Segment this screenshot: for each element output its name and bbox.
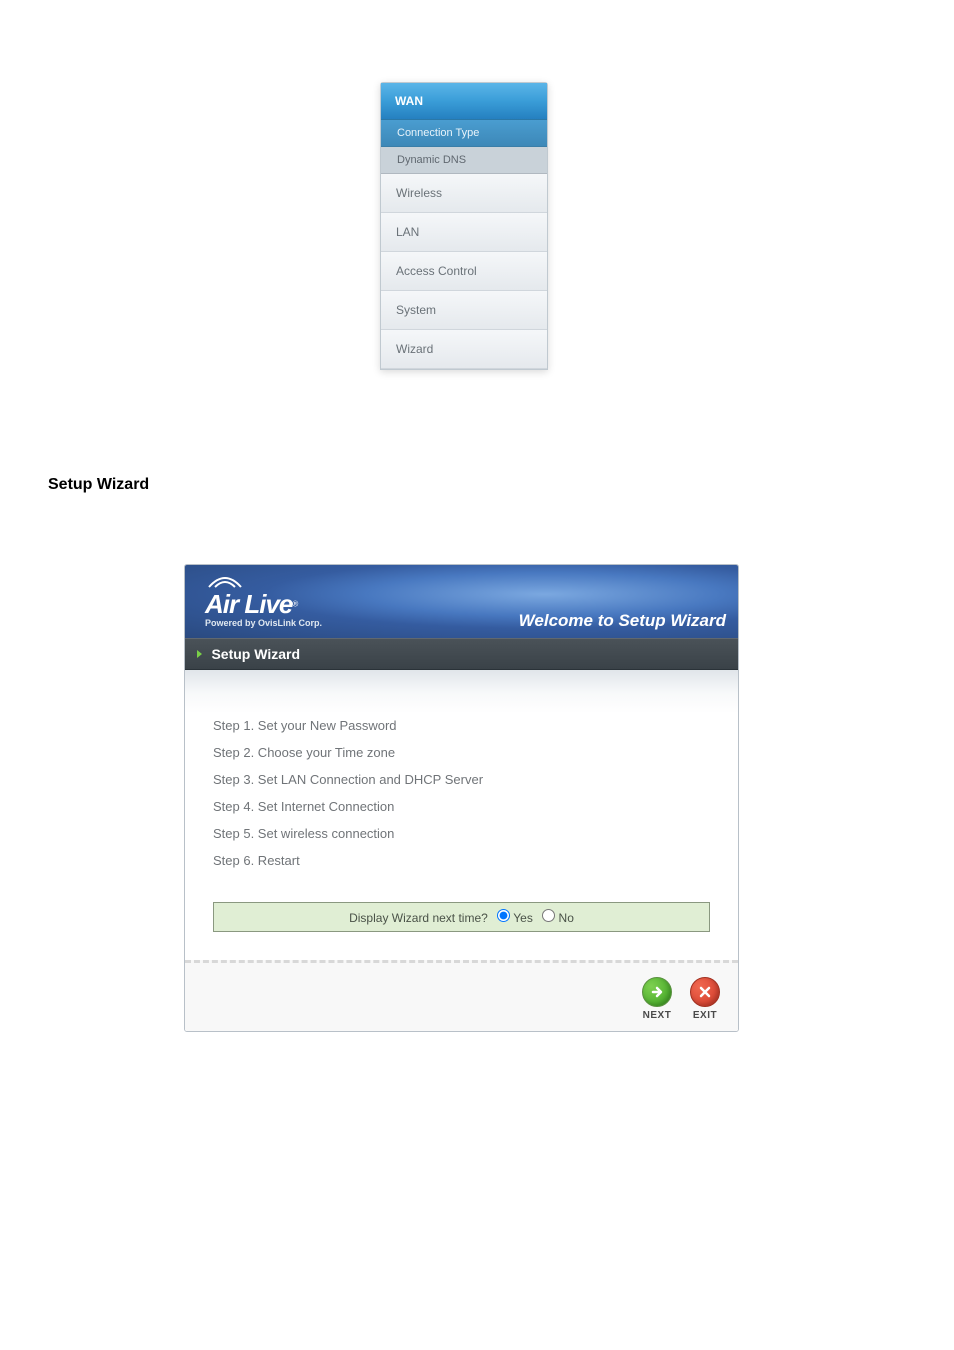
arrow-right-icon (642, 977, 672, 1007)
close-icon (690, 977, 720, 1007)
wizard-step-1: Step 1. Set your New Password (213, 718, 710, 733)
wizard-step-5: Step 5. Set wireless connection (213, 826, 710, 841)
nav-wireless[interactable]: Wireless (381, 174, 547, 213)
triangle-right-icon (197, 650, 202, 658)
nav-lan[interactable]: LAN (381, 213, 547, 252)
wizard-footer: NEXT EXIT (185, 960, 738, 1031)
welcome-title: Welcome to Setup Wizard (519, 611, 726, 631)
nav-connection-type[interactable]: Connection Type (381, 120, 547, 147)
nav-menu: WAN Connection Type Dynamic DNS Wireless… (380, 82, 548, 370)
logo-tagline: Powered by OvisLink Corp. (205, 618, 322, 628)
logo: Air Live® Powered by OvisLink Corp. (185, 565, 342, 638)
nav-wan-header[interactable]: WAN (381, 83, 547, 120)
next-button[interactable]: NEXT (642, 977, 672, 1021)
wizard-header: Air Live® Powered by OvisLink Corp. Welc… (185, 565, 738, 638)
display-next-label: Display Wizard next time? (349, 911, 488, 925)
radio-yes[interactable]: Yes (497, 911, 533, 925)
next-label: NEXT (642, 1010, 672, 1021)
display-next-box: Display Wizard next time? Yes No (213, 902, 710, 932)
subheader-text: Setup Wizard (211, 646, 300, 662)
radio-no[interactable]: No (542, 911, 574, 925)
wizard-panel: Air Live® Powered by OvisLink Corp. Welc… (184, 564, 739, 1032)
wizard-subheader: Setup Wizard (185, 638, 738, 670)
wizard-body: Step 1. Set your New Password Step 2. Ch… (185, 670, 738, 960)
logo-text: Air Live (205, 589, 292, 619)
nav-system[interactable]: System (381, 291, 547, 330)
nav-dynamic-dns[interactable]: Dynamic DNS (381, 147, 547, 174)
wifi-arc-icon (205, 575, 245, 589)
wizard-step-3: Step 3. Set LAN Connection and DHCP Serv… (213, 772, 710, 787)
exit-label: EXIT (690, 1010, 720, 1021)
nav-access-control[interactable]: Access Control (381, 252, 547, 291)
wizard-step-4: Step 4. Set Internet Connection (213, 799, 710, 814)
wizard-step-2: Step 2. Choose your Time zone (213, 745, 710, 760)
section-title-setup-wizard: Setup Wizard (48, 476, 149, 494)
wizard-step-6: Step 6. Restart (213, 853, 710, 868)
exit-button[interactable]: EXIT (690, 977, 720, 1021)
logo-registered-icon: ® (292, 600, 298, 609)
nav-wizard[interactable]: Wizard (381, 330, 547, 369)
